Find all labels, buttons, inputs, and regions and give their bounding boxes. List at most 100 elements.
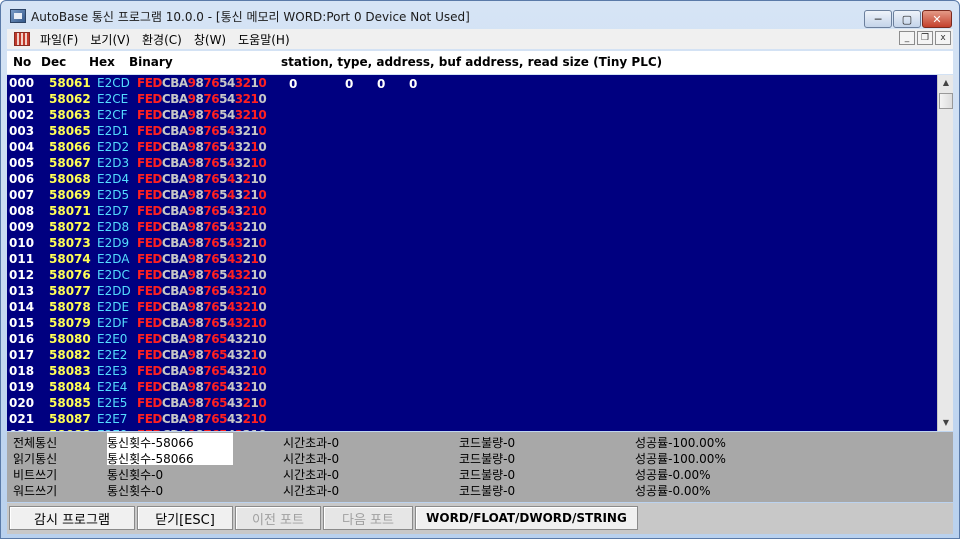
bit-cell: 4	[226, 412, 235, 426]
row-binary: FEDCBA9876543210	[137, 332, 267, 346]
scroll-up-icon[interactable]: ▲	[938, 75, 954, 91]
menu-settings[interactable]: 환경(C)	[136, 31, 188, 48]
bit-cell: 2	[242, 76, 251, 90]
mdi-minimize-button[interactable]: _	[899, 31, 915, 45]
row-hex: E2CD	[97, 76, 130, 90]
row-hex: E2D5	[97, 188, 130, 202]
row-number: 011	[9, 252, 35, 266]
stat-row: 읽기통신 통신횟수-58066 시간초과-0 코드불량-0 성공률-100.00%	[7, 449, 953, 466]
bit-cell: 5	[219, 284, 227, 298]
bit-cell: 4	[226, 124, 235, 138]
bit-cell: A	[178, 92, 188, 106]
minimize-button[interactable]: ─	[864, 10, 892, 28]
close-window-button[interactable]: ✕	[922, 10, 952, 28]
bit-cell: D	[152, 428, 162, 431]
bit-cell: 5	[219, 380, 227, 394]
bit-cell: 6	[211, 268, 220, 282]
bit-cell: B	[170, 204, 179, 218]
table-row[interactable]: 018 58083 E2E3 FEDCBA9876543210	[7, 364, 937, 380]
table-row[interactable]: 006 58068 E2D4 FEDCBA9876543210	[7, 172, 937, 188]
document-icon[interactable]	[14, 32, 30, 46]
table-row[interactable]: 004 58066 E2D2 FEDCBA9876543210	[7, 140, 937, 156]
table-row[interactable]: 003 58065 E2D1 FEDCBA9876543210	[7, 124, 937, 140]
bit-cell: 3	[234, 92, 243, 106]
menu-window[interactable]: 창(W)	[188, 31, 232, 48]
table-row[interactable]: 020 58085 E2E5 FEDCBA9876543210	[7, 396, 937, 412]
table-row[interactable]: 009 58072 E2D8 FEDCBA9876543210	[7, 220, 937, 236]
bit-cell: 9	[187, 108, 196, 122]
table-row[interactable]: 007 58069 E2D5 FEDCBA9876543210	[7, 188, 937, 204]
row-number: 020	[9, 396, 35, 410]
vertical-scrollbar[interactable]: ▲ ▼	[937, 75, 953, 431]
bit-cell: 2	[242, 124, 251, 138]
bit-cell: D	[152, 220, 162, 234]
table-row[interactable]: 017 58082 E2E2 FEDCBA9876543210	[7, 348, 937, 364]
row-hex: E2DF	[97, 316, 129, 330]
bit-cell: D	[152, 172, 162, 186]
bit-cell: 0	[258, 236, 267, 250]
table-row[interactable]: 001 58062 E2CE FEDCBA9876543210	[7, 92, 937, 108]
row-number: 021	[9, 412, 35, 426]
bit-cell: 5	[219, 188, 227, 202]
bit-cell: 3	[234, 284, 243, 298]
bit-cell: 5	[219, 156, 227, 170]
row-binary: FEDCBA9876543210	[137, 380, 267, 394]
bit-cell: 0	[258, 156, 267, 170]
row-hex: E2DA	[97, 252, 130, 266]
row-hex: E2D3	[97, 156, 130, 170]
row-dec: 58079	[49, 316, 91, 330]
bit-cell: 9	[187, 396, 196, 410]
table-row[interactable]: 021 58087 E2E7 FEDCBA9876543210	[7, 412, 937, 428]
table-row[interactable]: 000 58061 E2CD FEDCBA9876543210	[7, 76, 937, 92]
bit-cell: 2	[242, 172, 251, 186]
bit-cell: 9	[187, 364, 196, 378]
row-dec: 58074	[49, 252, 91, 266]
mdi-restore-button[interactable]: ❐	[917, 31, 933, 45]
menu-view[interactable]: 보기(V)	[84, 31, 136, 48]
bit-cell: 9	[187, 268, 196, 282]
bit-cell: D	[152, 348, 162, 362]
maximize-button[interactable]: ▢	[893, 10, 921, 28]
bit-cell: 6	[211, 220, 220, 234]
scroll-thumb[interactable]	[939, 93, 953, 109]
menu-help[interactable]: 도움말(H)	[232, 31, 296, 48]
table-row[interactable]: 002 58063 E2CF FEDCBA9876543210	[7, 108, 937, 124]
bit-cell: C	[161, 396, 171, 410]
stat-count: 통신횟수-0	[107, 484, 164, 498]
bit-cell: 2	[242, 220, 251, 234]
row-hex: E2DD	[97, 284, 131, 298]
monitor-program-button[interactable]: 감시 프로그램	[9, 506, 135, 530]
table-row[interactable]: 015 58079 E2DF FEDCBA9876543210	[7, 316, 937, 332]
scroll-down-icon[interactable]: ▼	[938, 415, 954, 431]
table-row[interactable]: 008 58071 E2D7 FEDCBA9876543210	[7, 204, 937, 220]
table-row[interactable]: 005 58067 E2D3 FEDCBA9876543210	[7, 156, 937, 172]
table-row[interactable]: 016 58080 E2E0 FEDCBA9876543210	[7, 332, 937, 348]
bit-cell: 4	[226, 300, 235, 314]
table-row[interactable]: 011 58074 E2DA FEDCBA9876543210	[7, 252, 937, 268]
table-row[interactable]: 012 58076 E2DC FEDCBA9876543210	[7, 268, 937, 284]
format-select-button[interactable]: WORD/FLOAT/DWORD/STRING	[415, 506, 638, 530]
row-binary: FEDCBA9876543210	[137, 396, 267, 410]
bit-cell: 5	[219, 252, 227, 266]
bit-cell: F	[137, 172, 145, 186]
table-row[interactable]: 022 58088 E2E8 FEDCBA9876543210	[7, 428, 937, 431]
prev-port-button[interactable]: 이전 포트	[235, 506, 321, 530]
title-bar[interactable]: AutoBase 통신 프로그램 10.0.0 - [통신 메모리 WORD:P…	[1, 1, 959, 29]
bit-cell: 6	[211, 172, 220, 186]
bit-cell: B	[170, 188, 179, 202]
menu-file[interactable]: 파일(F)	[34, 31, 84, 48]
table-row[interactable]: 019 58084 E2E4 FEDCBA9876543210	[7, 380, 937, 396]
table-row[interactable]: 014 58078 E2DE FEDCBA9876543210	[7, 300, 937, 316]
next-port-button[interactable]: 다음 포트	[323, 506, 413, 530]
table-row[interactable]: 010 58073 E2D9 FEDCBA9876543210	[7, 236, 937, 252]
close-esc-button[interactable]: 닫기[ESC]	[137, 506, 233, 530]
bit-cell: 9	[188, 428, 196, 431]
bit-cell: 3	[234, 412, 243, 426]
table-row[interactable]: 013 58077 E2DD FEDCBA9876543210	[7, 284, 937, 300]
bit-cell: C	[161, 332, 171, 346]
bit-cell: 3	[234, 268, 243, 282]
bit-cell: 9	[187, 92, 196, 106]
memory-grid[interactable]: 0 0 0 0 000 58061 E2CD FEDCBA9876543210 001 5…	[7, 75, 937, 431]
mdi-close-button[interactable]: x	[935, 31, 951, 45]
bit-cell: A	[178, 364, 188, 378]
